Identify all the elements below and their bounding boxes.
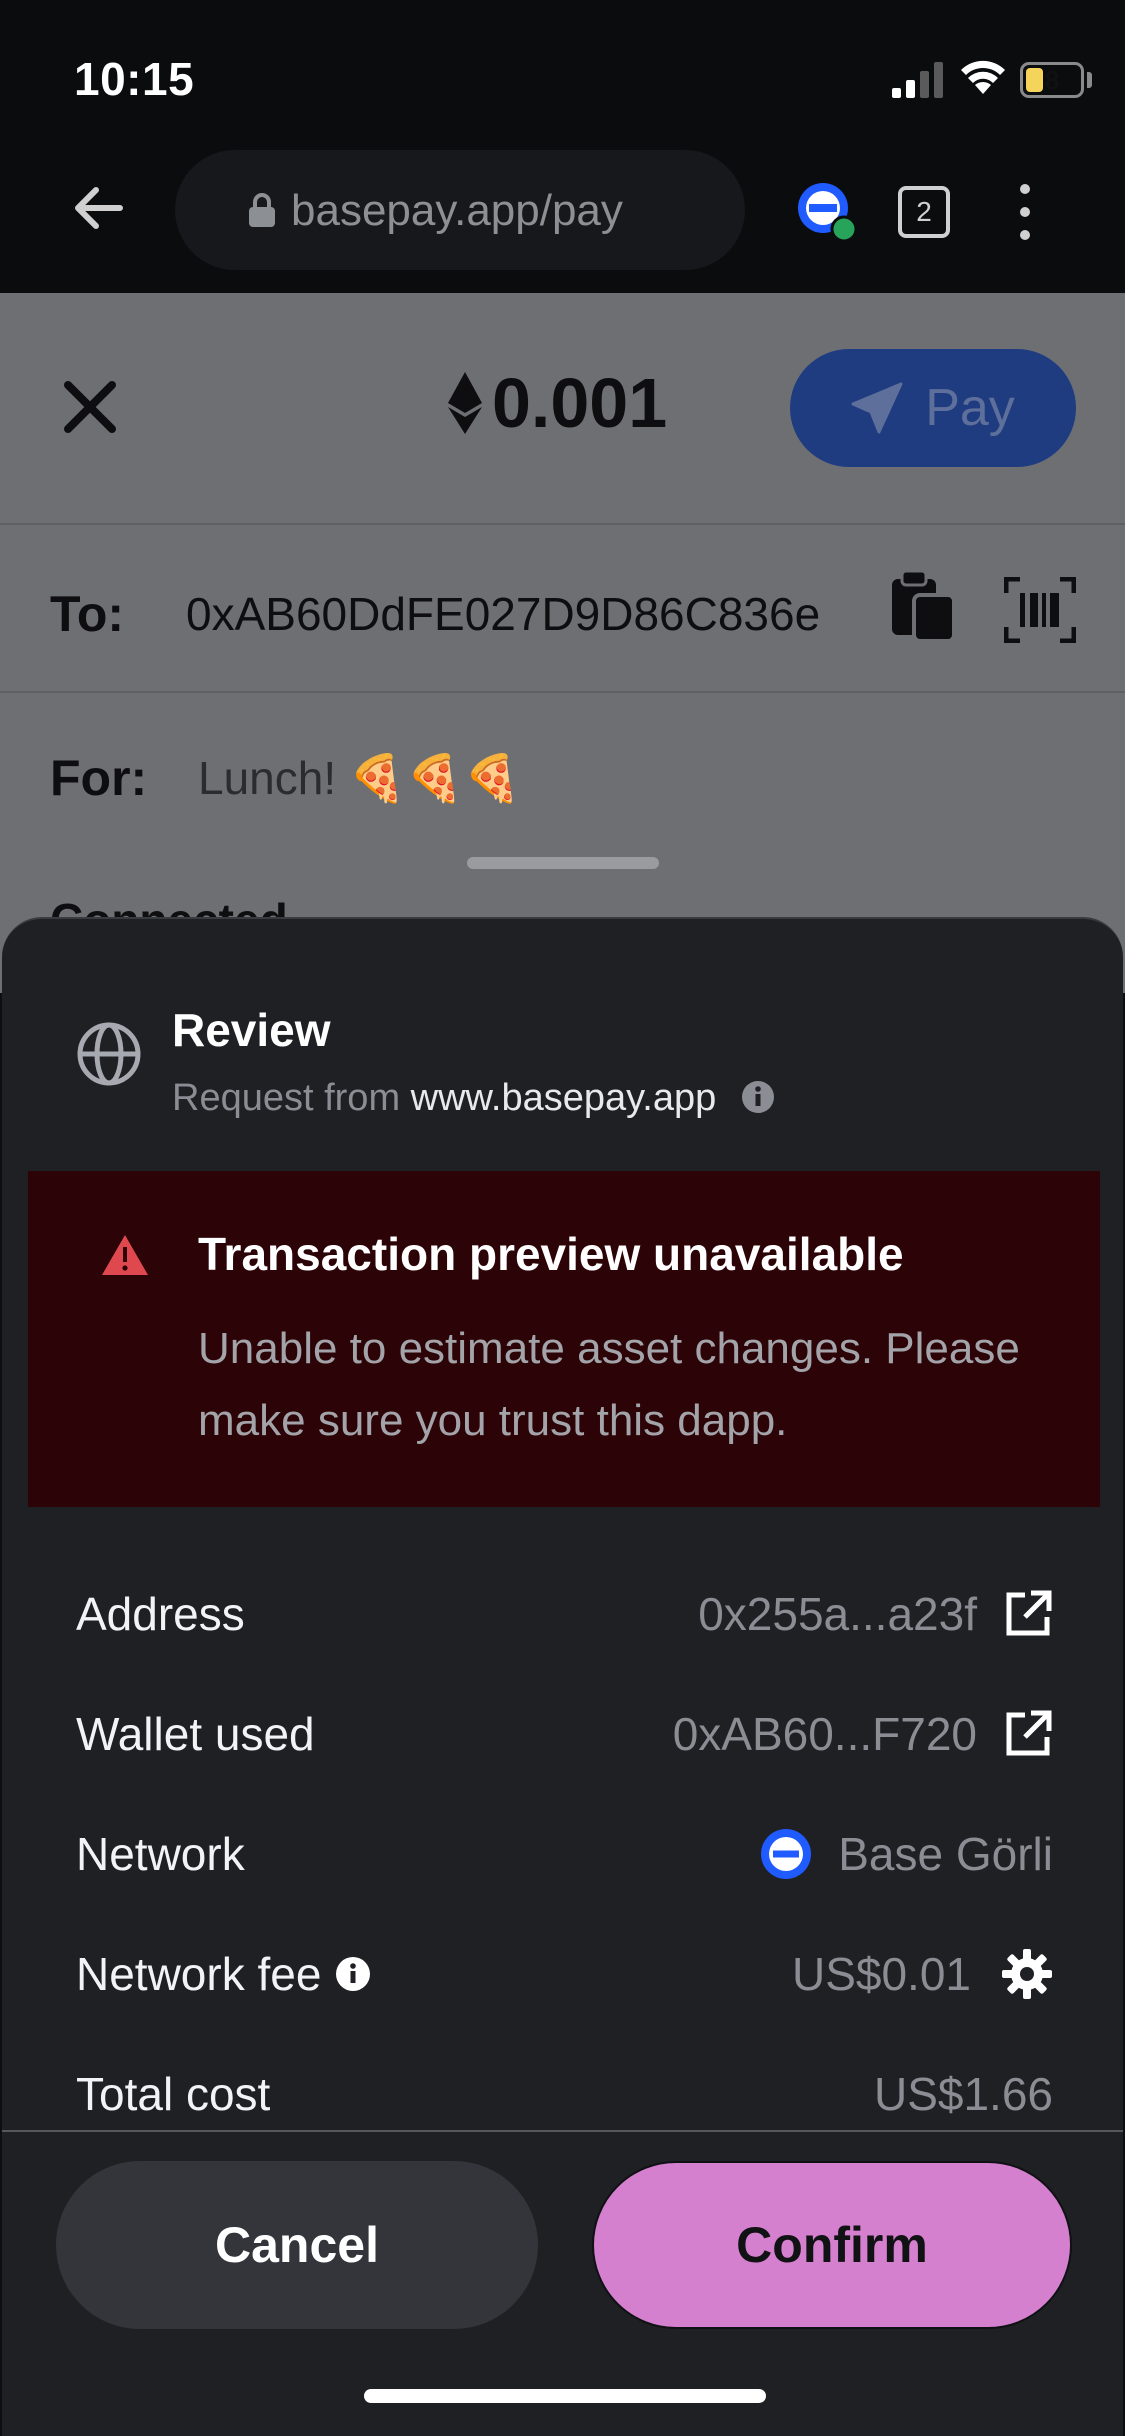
network-fee-value: US$0.01 xyxy=(791,1948,971,2000)
address-value: 0x255a...a23f xyxy=(698,1588,977,1640)
battery-level: 8 xyxy=(1044,65,1060,95)
warning-body: Unable to estimate asset changes. Please… xyxy=(198,1324,1020,1445)
network-value-group: Base Görli xyxy=(760,1827,1053,1881)
sheet-divider xyxy=(2,2130,1123,2132)
review-title: Review xyxy=(172,1004,331,1056)
payment-amount: 0.001 xyxy=(448,363,667,443)
network-fee-label-group: Network fee xyxy=(76,1947,371,2001)
ethereum-icon xyxy=(448,372,482,434)
base-network-icon xyxy=(761,1829,812,1879)
network-fee-label: Network fee xyxy=(76,1948,322,2000)
confirm-button[interactable]: Confirm xyxy=(592,2161,1072,2329)
warning-banner: Transaction preview unavailable Unable t… xyxy=(28,1171,1100,1507)
status-bar: 10:15 8 xyxy=(0,0,1125,150)
warning-triangle-icon xyxy=(102,1235,148,1275)
more-menu-icon[interactable] xyxy=(1018,184,1032,240)
external-link-icon[interactable] xyxy=(1003,1709,1053,1759)
warning-title: Transaction preview unavailable xyxy=(198,1228,904,1280)
address-row: Address 0x255a...a23f xyxy=(2,1561,1123,1661)
network-value: Base Görli xyxy=(838,1828,1053,1880)
request-source: Request from www.basepay.app xyxy=(172,1077,775,1120)
browser-toolbar: basepay.app/pay 2 xyxy=(0,150,1125,293)
url-bar[interactable]: basepay.app/pay xyxy=(175,150,745,270)
to-label: To: xyxy=(50,586,125,642)
close-icon[interactable] xyxy=(62,379,118,435)
external-link-icon[interactable] xyxy=(1003,1589,1053,1639)
battery-icon: 8 xyxy=(1020,62,1084,98)
amount-value: 0.001 xyxy=(492,364,668,442)
recipient-row: To: 0xAB60DdFE027D9D86C836e xyxy=(0,525,1125,693)
wallet-extension-icon[interactable] xyxy=(795,180,857,242)
network-row: Network Base Görli xyxy=(2,1801,1123,1901)
barcode-scan-icon[interactable] xyxy=(1004,577,1076,643)
wallet-row: Wallet used 0xAB60...F720 xyxy=(2,1681,1123,1781)
payment-header: 0.001 Pay xyxy=(0,293,1125,525)
network-fee-row: Network fee US$0.01 xyxy=(2,1921,1123,2021)
wifi-icon xyxy=(961,60,1005,94)
request-prefix: Request from xyxy=(172,1077,401,1119)
for-label: For: xyxy=(50,750,148,806)
request-domain: www.basepay.app xyxy=(410,1077,717,1119)
url-text: basepay.app/pay xyxy=(291,186,623,235)
address-label: Address xyxy=(76,1588,245,1640)
globe-icon xyxy=(77,1022,141,1086)
total-cost-value: US$1.66 xyxy=(873,2068,1053,2120)
status-time: 10:15 xyxy=(74,53,195,105)
total-cost-label: Total cost xyxy=(76,2068,271,2120)
send-icon xyxy=(851,382,903,434)
wallet-label: Wallet used xyxy=(76,1708,315,1760)
home-indicator[interactable] xyxy=(364,2389,766,2403)
network-label: Network xyxy=(76,1828,245,1880)
total-cost-row: Total cost US$1.66 xyxy=(2,2041,1123,2141)
network-fee-value-group: US$0.01 xyxy=(792,1947,1053,2001)
payment-page: 0.001 Pay To: 0xAB60DdFE027D9D86C836e Fo… xyxy=(0,293,1125,993)
lock-icon xyxy=(249,193,275,227)
back-arrow-icon[interactable] xyxy=(70,180,126,236)
wallet-value: 0xAB60...F720 xyxy=(672,1708,977,1760)
memo-value[interactable]: Lunch! 🍕🍕🍕 xyxy=(198,751,521,806)
address-value-group[interactable]: 0x255a...a23f xyxy=(698,1587,1053,1641)
memo-row: For: Lunch! 🍕🍕🍕 xyxy=(0,693,1125,853)
pay-label: Pay xyxy=(925,379,1015,437)
review-header: Review Request from www.basepay.app xyxy=(2,919,1123,1169)
pay-button[interactable]: Pay xyxy=(790,349,1076,467)
gear-icon[interactable] xyxy=(1001,1948,1053,2000)
cancel-button[interactable]: Cancel xyxy=(56,2161,538,2329)
review-sheet: Review Request from www.basepay.app Tran… xyxy=(2,917,1123,2436)
info-icon[interactable] xyxy=(741,1080,775,1114)
paste-icon[interactable] xyxy=(888,569,958,643)
info-icon[interactable] xyxy=(335,1956,371,1992)
cellular-signal-icon xyxy=(892,62,943,98)
wallet-value-group[interactable]: 0xAB60...F720 xyxy=(673,1707,1053,1761)
recipient-address[interactable]: 0xAB60DdFE027D9D86C836e xyxy=(186,587,866,641)
tab-count-button[interactable]: 2 xyxy=(898,186,950,238)
sheet-grabber[interactable] xyxy=(467,857,659,869)
screen: 10:15 8 basepay.app/pay 2 0.001 Pay To: … xyxy=(0,0,1125,2436)
